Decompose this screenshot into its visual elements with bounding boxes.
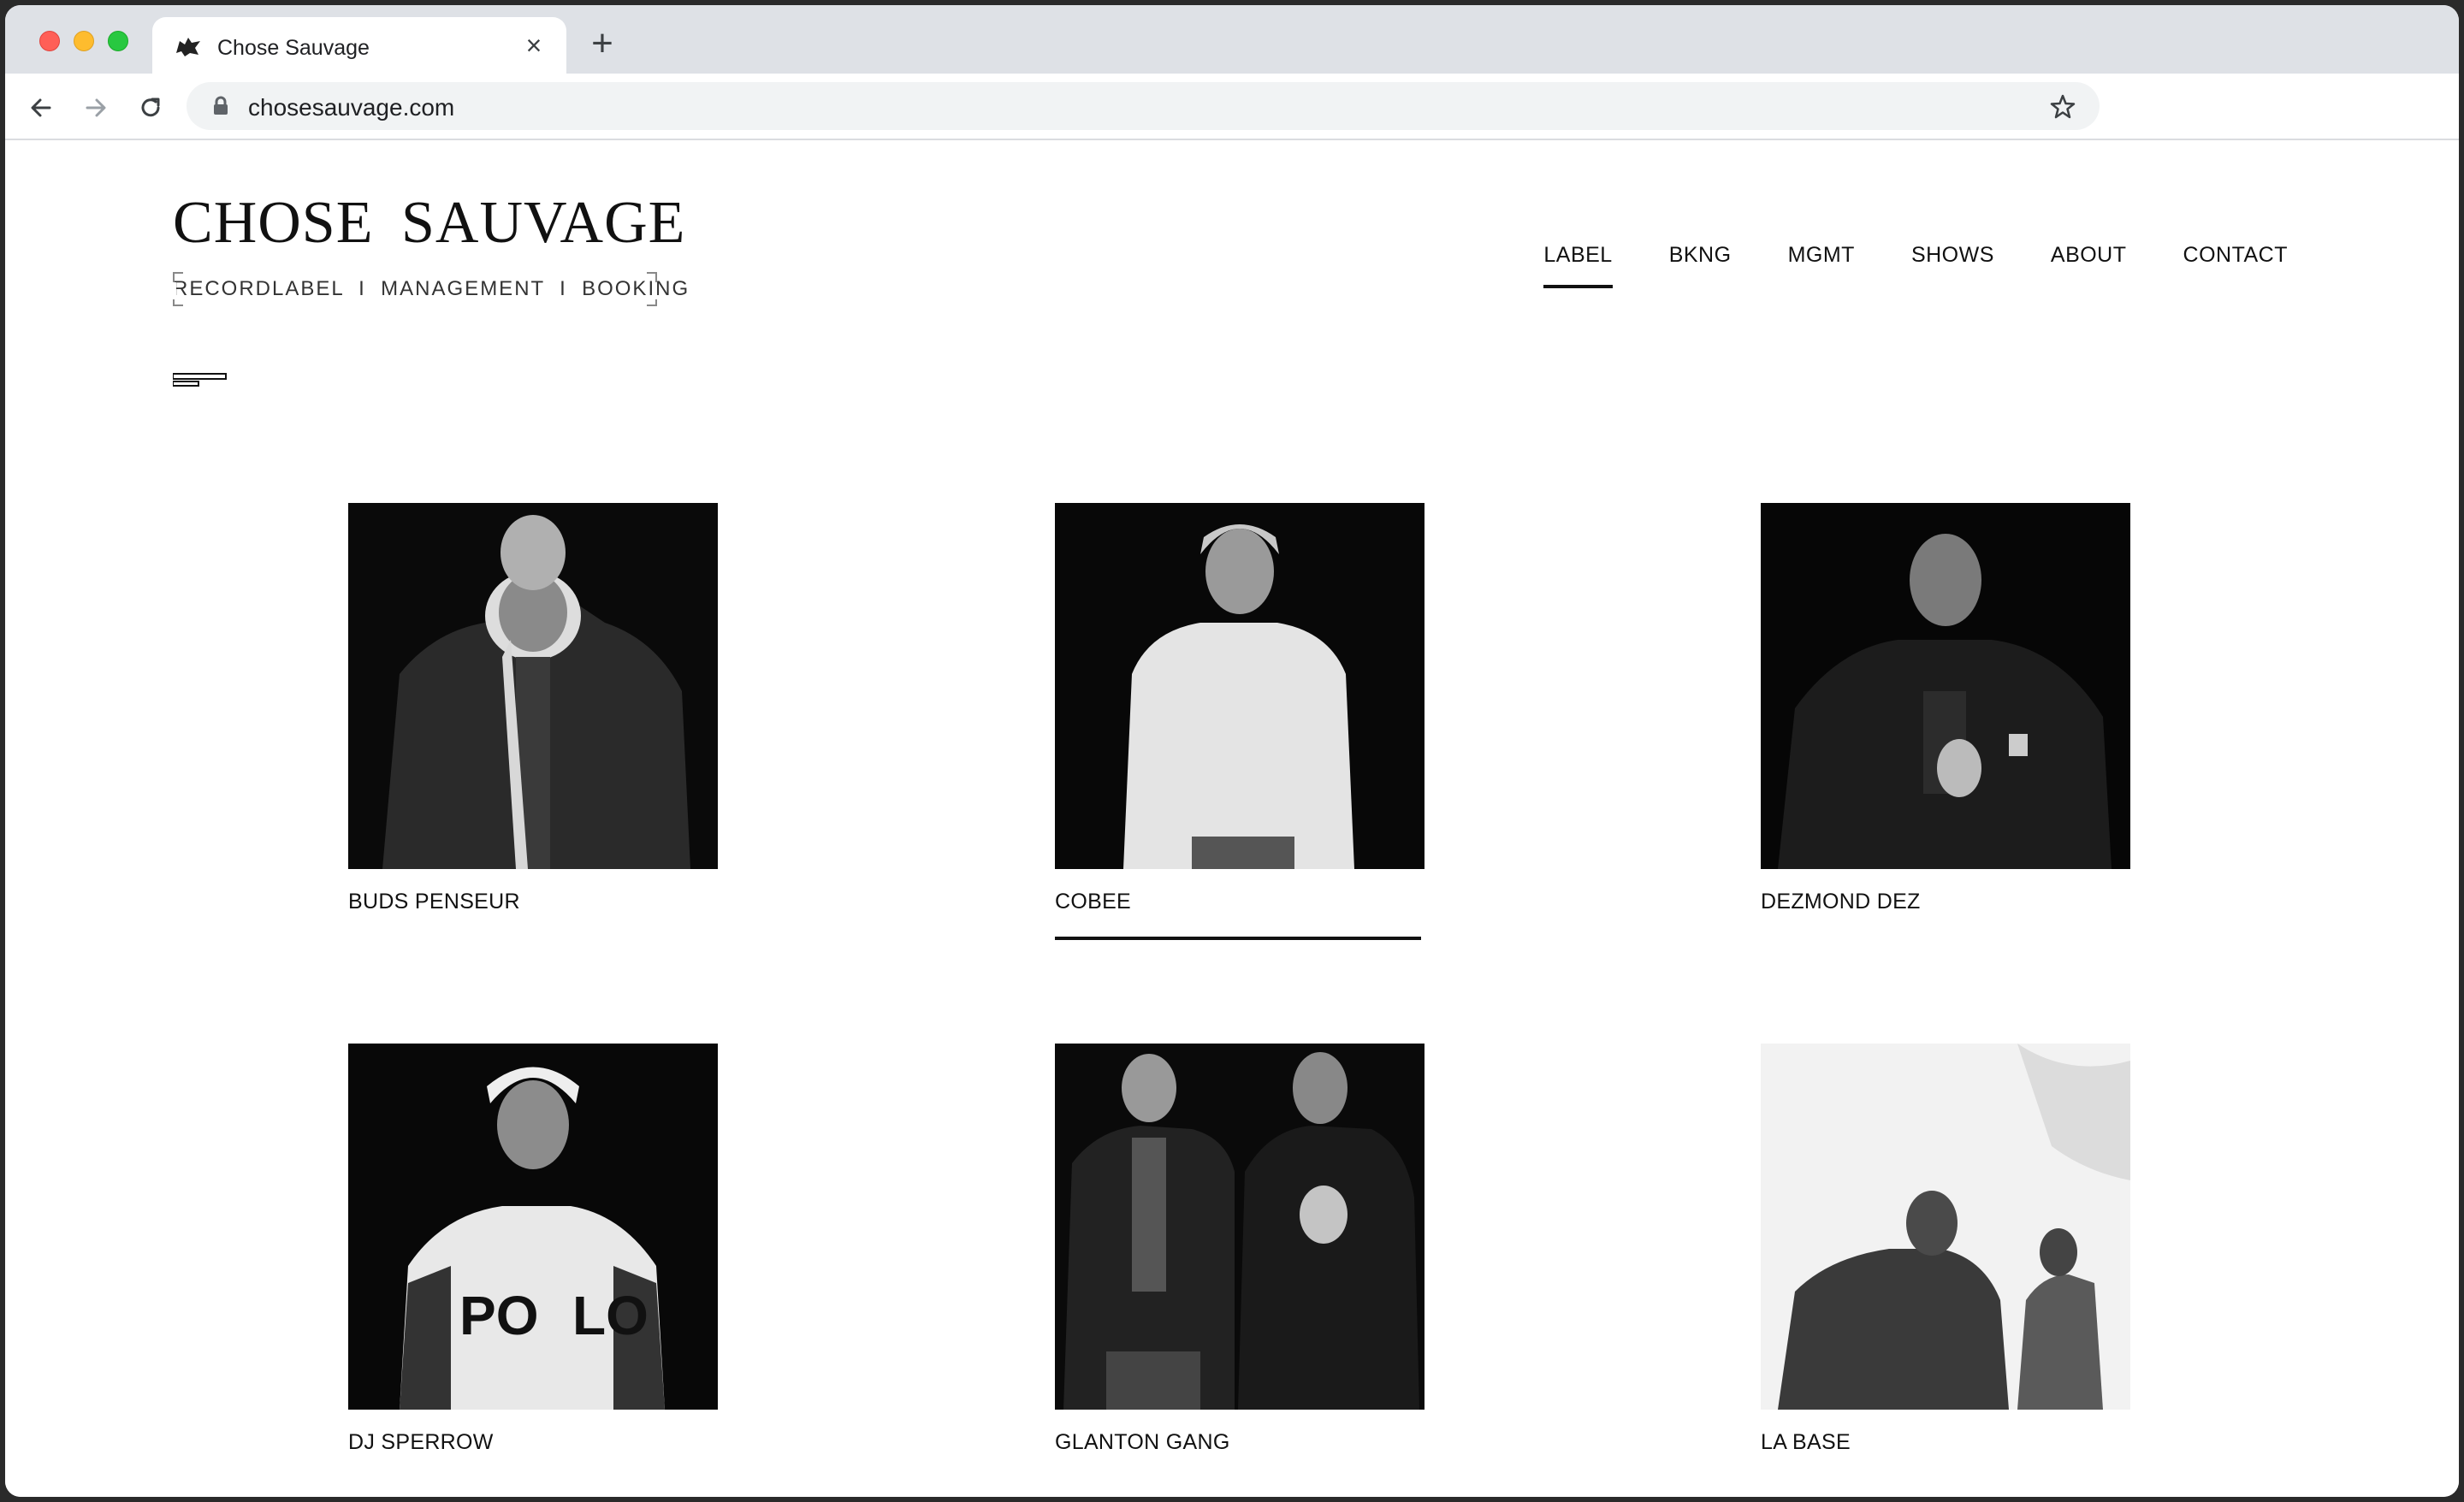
artist-photo[interactable]: PO LO (348, 1044, 718, 1410)
browser-tab[interactable]: Chose Sauvage × (152, 17, 566, 74)
bracket-right (647, 272, 657, 306)
nav-mgmt[interactable]: MGMT (1788, 243, 1855, 288)
nav-about[interactable]: ABOUT (2051, 243, 2127, 288)
artist-card[interactable]: COBEE (1055, 503, 1424, 940)
main-nav: LABEL BKNG MGMT SHOWS ABOUT CONTACT (1543, 243, 2288, 288)
artist-photo[interactable] (1761, 503, 2130, 869)
artist-name[interactable]: LA BASE (1761, 1430, 2130, 1455)
artist-photo[interactable] (348, 503, 718, 869)
reload-icon[interactable] (135, 92, 166, 123)
address-bar[interactable]: chosesauvage.com (187, 82, 2100, 130)
nav-label[interactable]: LABEL (1543, 243, 1614, 288)
artist-card[interactable]: BUDS PENSEUR (348, 503, 718, 914)
artist-name[interactable]: GLANTON GANG (1055, 1430, 1424, 1455)
artist-photo[interactable] (1761, 1044, 2130, 1410)
artist-name[interactable]: COBEE (1055, 890, 1424, 914)
back-arrow-icon[interactable] (26, 92, 56, 123)
bracket-left (173, 272, 183, 306)
url-text: chosesauvage.com (248, 94, 455, 121)
svg-text:PO: PO (459, 1285, 538, 1346)
close-window-button[interactable] (39, 31, 60, 51)
logo-title: CHOSE SAUVAGE (173, 190, 686, 256)
artist-name[interactable]: BUDS PENSEUR (348, 890, 718, 914)
site-logo[interactable]: CHOSE SAUVAGE RECORDLABEL I MANAGEMENT I… (173, 190, 688, 306)
artist-card[interactable]: PO LO DJ SPERROW (348, 1044, 718, 1455)
new-tab-button[interactable]: + (587, 25, 618, 62)
artist-card[interactable]: GLANTON GANG (1055, 1044, 1424, 1455)
svg-text:LO: LO (572, 1285, 649, 1346)
tab-strip: Chose Sauvage × + (5, 5, 2459, 74)
artist-photo[interactable] (1055, 1044, 1424, 1410)
logo-tagline-text: RECORDLABEL I MANAGEMENT I BOOKING (173, 277, 690, 300)
close-tab-icon[interactable]: × (524, 32, 544, 59)
filter-menu-icon[interactable] (172, 373, 228, 390)
minimize-window-button[interactable] (74, 31, 94, 51)
nav-shows[interactable]: SHOWS (1911, 243, 1994, 288)
forward-arrow-icon[interactable] (80, 92, 111, 123)
artist-photo[interactable] (1055, 503, 1424, 869)
artist-card[interactable]: DEZMOND DEZ (1761, 503, 2130, 914)
nav-bkng[interactable]: BKNG (1669, 243, 1732, 288)
artist-card[interactable]: LA BASE (1761, 1044, 2130, 1455)
logo-tagline: RECORDLABEL I MANAGEMENT I BOOKING (173, 272, 688, 306)
active-underline (1055, 937, 1421, 940)
lock-icon (212, 96, 229, 116)
nav-contact[interactable]: CONTACT (2183, 243, 2288, 288)
bookmark-star-icon[interactable] (2048, 92, 2077, 121)
zoom-window-button[interactable] (108, 31, 128, 51)
browser-toolbar: chosesauvage.com (5, 74, 2459, 140)
browser-window: Chose Sauvage × + chosesauvage.com CHOSE (5, 5, 2459, 1497)
tab-title: Chose Sauvage (217, 36, 370, 60)
artist-name[interactable]: DJ SPERROW (348, 1430, 718, 1455)
artist-name[interactable]: DEZMOND DEZ (1761, 890, 2130, 914)
page-content: CHOSE SAUVAGE RECORDLABEL I MANAGEMENT I… (5, 140, 2459, 1497)
favicon-icon (175, 36, 202, 58)
